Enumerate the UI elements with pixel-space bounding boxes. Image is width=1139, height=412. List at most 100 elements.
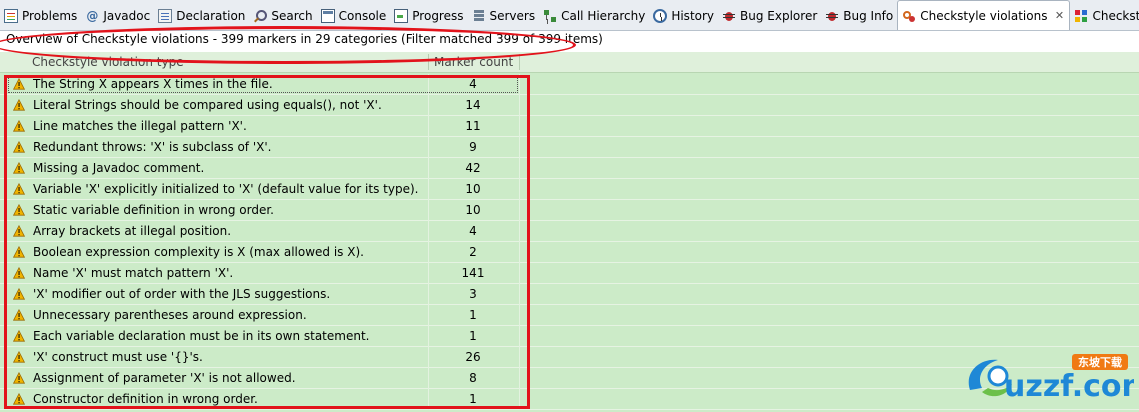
warning-icon: [13, 246, 25, 258]
bug-icon: [825, 9, 839, 23]
column-header-type[interactable]: Checkstyle violation type: [32, 52, 184, 72]
cell-divider: [519, 95, 520, 116]
cell-divider: [519, 158, 520, 179]
servers-icon: [472, 9, 486, 23]
marker-count: 4: [469, 77, 477, 91]
cell-divider: [428, 95, 429, 116]
bug-icon: [722, 9, 736, 23]
console-icon: [320, 9, 335, 23]
cell-divider: [519, 263, 520, 284]
close-icon[interactable]: ✕: [1053, 9, 1065, 22]
cell-divider: [428, 137, 429, 158]
tab-label: Javadoc: [103, 9, 151, 23]
warning-icon: [13, 288, 25, 300]
tab-search[interactable]: Search: [249, 2, 316, 30]
warning-icon: [13, 141, 25, 153]
progress-icon: [394, 9, 409, 23]
violation-type: Boolean expression complexity is X (max …: [33, 245, 364, 259]
declaration-icon: [158, 9, 173, 23]
violation-type: Assignment of parameter 'X' is not allow…: [33, 371, 296, 385]
cell-divider: [428, 158, 429, 179]
cell-divider: [428, 200, 429, 221]
table-row[interactable]: Redundant throws: 'X' is subclass of 'X'…: [0, 137, 1139, 158]
tab-problems[interactable]: Problems: [0, 2, 81, 30]
tab-checkstyle-violations[interactable]: Checkstyle violations ✕: [897, 0, 1071, 30]
table-row[interactable]: 'X' modifier out of order with the JLS s…: [0, 284, 1139, 305]
marker-count: 10: [465, 182, 481, 196]
violation-type: 'X' construct must use '{}'s.: [33, 350, 203, 364]
warning-icon: [13, 393, 25, 405]
violation-type: Variable 'X' explicitly initialized to '…: [33, 182, 419, 196]
cell-divider: [519, 179, 520, 200]
tab-label: Call Hierarchy: [561, 9, 646, 23]
marker-count: 1: [469, 308, 477, 322]
tab-call-hierarchy[interactable]: Call Hierarchy: [539, 2, 649, 30]
cell-divider: [428, 326, 429, 347]
tab-label: Progress: [412, 9, 464, 23]
marker-count: 8: [469, 371, 477, 385]
violation-type: Each variable declaration must be in its…: [33, 329, 370, 343]
warning-icon: [13, 204, 25, 216]
cell-divider: [428, 389, 429, 410]
violation-type: Array brackets at illegal position.: [33, 224, 232, 238]
checkstyle-icon: [902, 9, 916, 23]
cell-divider: [519, 284, 520, 305]
table-row[interactable]: Line matches the illegal pattern 'X'. 11: [0, 116, 1139, 137]
tab-declaration[interactable]: Declaration: [154, 2, 249, 30]
table-row[interactable]: Variable 'X' explicitly initialized to '…: [0, 179, 1139, 200]
overview-summary: Overview of Checkstyle violations - 399 …: [6, 32, 603, 46]
tab-console[interactable]: Console: [317, 2, 391, 30]
cell-divider: [519, 326, 520, 347]
history-icon: [653, 9, 668, 23]
cell-divider: [428, 242, 429, 263]
violation-type: The String X appears X times in the file…: [33, 77, 273, 91]
tab-checkstyle-violati[interactable]: Checkstyle violati: [1070, 2, 1139, 30]
warning-icon: [13, 225, 25, 237]
table-row[interactable]: Array brackets at illegal position. 4: [0, 221, 1139, 242]
tab-javadoc[interactable]: @ Javadoc: [81, 2, 154, 30]
marker-count: 9: [469, 140, 477, 154]
problems-icon: [4, 9, 18, 23]
cell-divider: [428, 368, 429, 389]
tab-bug-info[interactable]: Bug Info: [821, 2, 897, 30]
javadoc-icon: @: [86, 9, 99, 23]
tab-progress[interactable]: Progress: [390, 2, 467, 30]
cell-divider: [428, 221, 429, 242]
column-divider[interactable]: [428, 54, 429, 70]
violation-type: Name 'X' must match pattern 'X'.: [33, 266, 234, 280]
warning-icon: [13, 183, 25, 195]
table-row[interactable]: Literal Strings should be compared using…: [0, 95, 1139, 116]
tab-label: Servers: [489, 9, 536, 23]
table-header: Checkstyle violation type Marker count: [0, 52, 1139, 73]
column-divider[interactable]: [519, 54, 520, 70]
cell-divider: [519, 74, 520, 95]
table-row[interactable]: The String X appears X times in the file…: [0, 74, 1139, 95]
tab-servers[interactable]: Servers: [468, 2, 540, 30]
cell-divider: [519, 116, 520, 137]
warning-icon: [13, 78, 25, 90]
violation-type: Static variable definition in wrong orde…: [33, 203, 274, 217]
cell-divider: [428, 116, 429, 137]
violation-type: Line matches the illegal pattern 'X'.: [33, 119, 247, 133]
cell-divider: [428, 74, 429, 95]
table-row[interactable]: Each variable declaration must be in its…: [0, 326, 1139, 347]
table-row[interactable]: Boolean expression complexity is X (max …: [0, 242, 1139, 263]
warning-icon: [13, 351, 25, 363]
violation-type: Literal Strings should be compared using…: [33, 98, 382, 112]
warning-icon: [13, 309, 25, 321]
table-row[interactable]: Name 'X' must match pattern 'X'. 141: [0, 263, 1139, 284]
table-row[interactable]: Static variable definition in wrong orde…: [0, 200, 1139, 221]
tab-label: Search: [271, 9, 313, 23]
marker-count: 3: [469, 287, 477, 301]
tab-history[interactable]: History: [649, 2, 718, 30]
tab-label: Checkstyle violations: [920, 8, 1048, 23]
tab-bug-explorer[interactable]: Bug Explorer: [718, 2, 821, 30]
column-header-count[interactable]: Marker count: [434, 52, 513, 72]
table-row[interactable]: Unnecessary parentheses around expressio…: [0, 305, 1139, 326]
tab-label: Console: [338, 9, 387, 23]
tab-label: Checkstyle violati: [1092, 9, 1139, 23]
cell-divider: [428, 263, 429, 284]
violation-type: Unnecessary parentheses around expressio…: [33, 308, 307, 322]
cell-divider: [519, 137, 520, 158]
table-row[interactable]: Missing a Javadoc comment. 42: [0, 158, 1139, 179]
